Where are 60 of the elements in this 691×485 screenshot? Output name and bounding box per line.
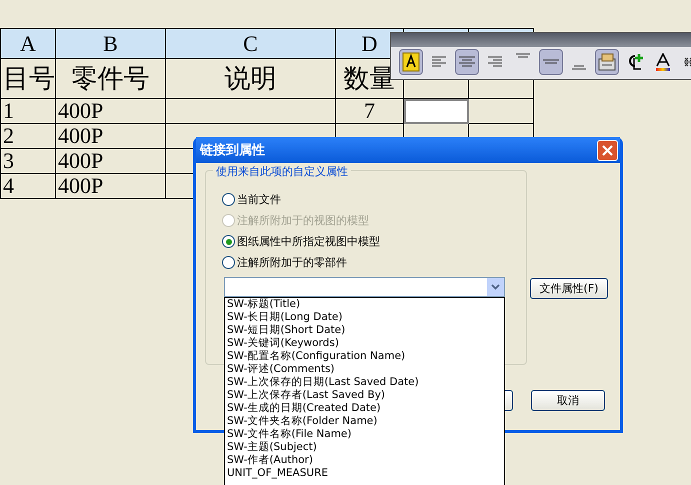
close-button[interactable] [597, 140, 618, 160]
radio-button[interactable] [222, 193, 235, 206]
dialog-title: 链接到属性 [200, 142, 265, 159]
list-item[interactable]: SW-生成的日期(Created Date) [225, 402, 504, 415]
link-add-icon [626, 53, 644, 71]
align-right-icon [488, 56, 502, 68]
column-header: B [56, 29, 166, 59]
properties-icon [598, 53, 616, 71]
toolbar-button[interactable] [595, 49, 619, 75]
radio-option[interactable]: 图纸属性中所指定视图中模型 [222, 231, 526, 252]
toolbar-button[interactable] [399, 49, 423, 75]
list-item[interactable]: SW-长日期(Long Date) [225, 311, 504, 324]
list-item[interactable]: SW-评述(Comments) [225, 363, 504, 376]
align-top-icon [516, 53, 530, 59]
list-item[interactable]: SW-配置名称(Configuration Name) [225, 350, 504, 363]
list-item[interactable]: SW-上次保存者(Last Saved By) [225, 389, 504, 402]
column-header: A [1, 29, 56, 59]
list-item[interactable]: UNIT_OF_MEASURE [225, 467, 504, 480]
table-cell: 1 [1, 99, 56, 124]
table-cell: 3 [1, 149, 56, 174]
table-cell: 4 [1, 174, 56, 199]
list-item[interactable]: SW-作者(Author) [225, 454, 504, 467]
list-item[interactable]: SW-标题(Title) [225, 298, 504, 311]
toolbar-button[interactable] [539, 49, 563, 75]
align-bottom-icon [572, 65, 586, 71]
radio-option[interactable]: 当前文件 [222, 189, 526, 210]
table-cell: 400P [56, 174, 166, 199]
list-item[interactable]: SW-上次保存的日期(Last Saved Date) [225, 376, 504, 389]
font-icon [402, 52, 420, 72]
dropdown-arrow-button[interactable] [487, 278, 504, 296]
list-item[interactable]: SW-关键词(Keywords) [225, 337, 504, 350]
toolbar-button[interactable] [455, 49, 479, 75]
align-center-icon [459, 56, 475, 68]
table-cell: 2 [1, 124, 56, 149]
close-icon [602, 144, 613, 156]
group-title: 使用来自此项的自定义属性 [213, 164, 351, 179]
chevron-down-icon [491, 284, 500, 290]
property-dropdown[interactable] [224, 277, 505, 297]
cancel-button[interactable]: 取消 [531, 390, 605, 411]
table-heading: 零件号 [56, 59, 166, 99]
list-item[interactable]: SW-主题(Subject) [225, 441, 504, 454]
list-item[interactable]: SW-文件名称(File Name) [225, 428, 504, 441]
radio-button[interactable] [222, 256, 235, 269]
align-left-icon [432, 56, 446, 68]
table-heading: 说明 [166, 59, 336, 99]
table-cell [469, 99, 534, 124]
table-heading: 目号 [1, 59, 56, 99]
file-properties-button[interactable]: 文件属性(F) [530, 278, 608, 299]
list-item[interactable]: SW-短日期(Short Date) [225, 324, 504, 337]
table-cell: 400P [56, 124, 166, 149]
radio-option[interactable]: 注解所附加于的零部件 [222, 252, 526, 273]
font-color-icon [655, 53, 671, 71]
radio-button[interactable] [222, 235, 235, 248]
active-cell[interactable] [404, 99, 469, 124]
list-item[interactable]: SW-文件夹名称(Folder Name) [225, 415, 504, 428]
table-cell: 7 [336, 99, 404, 124]
align-middle-icon [543, 59, 559, 65]
table-cell: 400P [56, 149, 166, 174]
table-cell: 400P [56, 99, 166, 124]
column-header: C [166, 29, 336, 59]
